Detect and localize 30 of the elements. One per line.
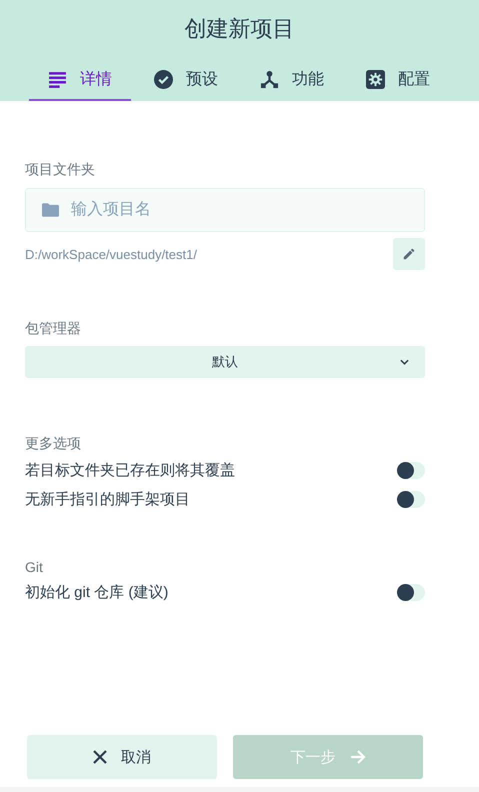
tab[interactable]: 功能 (241, 60, 343, 101)
package-manager-select[interactable]: 默认 (25, 346, 425, 378)
edit-button[interactable] (393, 238, 425, 270)
folder-icon (42, 203, 59, 217)
pencil-icon (402, 247, 416, 261)
input-field[interactable]: 输入项目名 (71, 189, 424, 231)
folder-path: D:/workSpace/vuestudy/test1/ (25, 246, 197, 262)
option-label: 初始化 git 仓库 (建议) (25, 583, 168, 602)
toggle-switch[interactable] (397, 491, 425, 508)
toggle-switch[interactable] (397, 462, 425, 479)
toggle-switch[interactable] (397, 584, 425, 601)
tab[interactable]: 预设 (135, 60, 237, 101)
arrow-right-icon (350, 749, 366, 765)
section-label: 项目文件夹 (25, 161, 96, 179)
page-title: 创建新项目 (184, 15, 294, 43)
section-label: 包管理器 (25, 320, 82, 338)
option-label: 无新手指引的脚手架项目 (25, 490, 190, 509)
section-label: Git (25, 559, 44, 575)
check-circle-icon (154, 70, 173, 89)
tab[interactable]: 详情 (29, 60, 131, 101)
tab[interactable]: 配置 (347, 60, 449, 101)
cancel-button[interactable]: 取消 (27, 735, 217, 779)
chevron-down-icon (400, 359, 409, 365)
fork-icon (260, 70, 279, 89)
section-label: 更多选项 (25, 435, 82, 453)
project-name-field[interactable]: 输入项目名 (25, 188, 425, 232)
option-label: 若目标文件夹已存在则将其覆盖 (25, 461, 235, 480)
close-icon (93, 750, 107, 764)
settings-icon (366, 70, 385, 89)
list-icon (48, 70, 67, 89)
